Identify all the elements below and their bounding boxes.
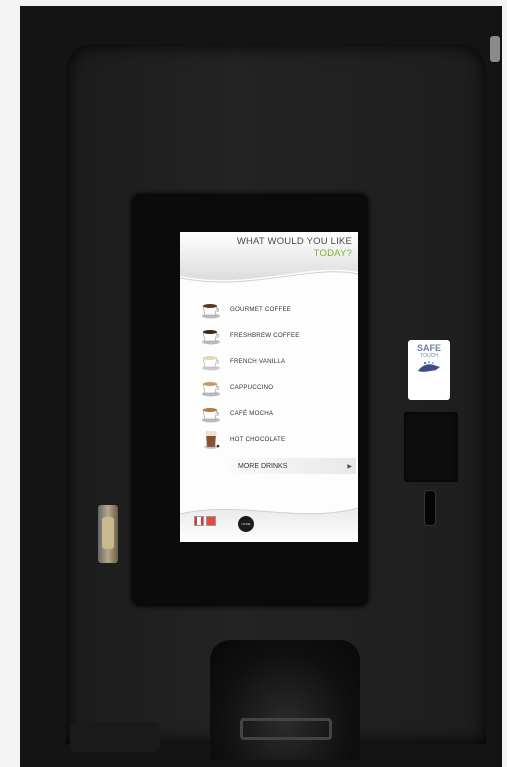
more-drinks-label: MORE DRINKS [238, 462, 288, 470]
menu-item-french-vanilla[interactable]: FRENCH VANILLA [200, 348, 358, 374]
coffee-cup-icon [200, 298, 222, 320]
coin-slot[interactable] [424, 490, 436, 526]
drip-grate [240, 718, 332, 740]
language-flag-icon[interactable] [206, 516, 216, 526]
sticker-subtitle: TOUCH [420, 353, 438, 359]
hinge [490, 36, 500, 62]
more-drinks-button[interactable]: MORE DRINKS ▶ [230, 458, 356, 474]
touch-screen: WHAT WOULD YOU LIKE TODAY? GOURMET COFFE… [180, 232, 358, 542]
menu-item-label: CAFÉ MOCHA [230, 409, 274, 417]
coffee-cup-icon [200, 324, 222, 346]
menu-item-gourmet-coffee[interactable]: GOURMET COFFEE [200, 296, 358, 322]
menu-item-hot-chocolate[interactable]: HOT CHOCOLATE [200, 426, 358, 452]
home-label: HOME [241, 522, 251, 526]
menu-item-label: GOURMET COFFEE [230, 305, 292, 313]
menu-item-label: FRENCH VANILLA [230, 357, 286, 365]
key-icon [102, 517, 114, 549]
hot-chocolate-glass-icon [200, 428, 222, 450]
drink-menu: GOURMET COFFEE FRESHBREW COFFEE FRENCH V… [200, 296, 358, 452]
home-button[interactable]: HOME [238, 516, 254, 532]
menu-item-freshbrew-coffee[interactable]: FRESHBREW COFFEE [200, 322, 358, 348]
menu-item-cafe-mocha[interactable]: CAFÉ MOCHA [200, 400, 358, 426]
menu-item-label: CAPPUCCINO [230, 383, 274, 391]
safe-touch-sticker: SAFE TOUCH [408, 340, 450, 400]
sticker-title: SAFE [416, 343, 441, 353]
drip-tray [70, 722, 160, 752]
menu-item-cappuccino[interactable]: CAPPUCCINO [200, 374, 358, 400]
mocha-cup-icon [200, 402, 222, 424]
vanilla-cup-icon [200, 350, 222, 372]
cup-dispenser-area [210, 640, 360, 760]
title-line-2: TODAY? [313, 248, 352, 259]
door-lock [98, 505, 118, 563]
card-reader-slot[interactable] [404, 412, 458, 482]
cappuccino-cup-icon [200, 376, 222, 398]
screen-title: WHAT WOULD YOU LIKE TODAY? [237, 236, 352, 260]
language-selector [194, 516, 216, 526]
chevron-right-icon: ▶ [347, 463, 352, 470]
menu-item-label: HOT CHOCOLATE [230, 435, 286, 443]
canada-flag-icon[interactable] [194, 516, 204, 526]
hand-icon [418, 361, 440, 372]
menu-item-label: FRESHBREW COFFEE [230, 331, 300, 339]
title-line-1: WHAT WOULD YOU LIKE [236, 236, 352, 247]
